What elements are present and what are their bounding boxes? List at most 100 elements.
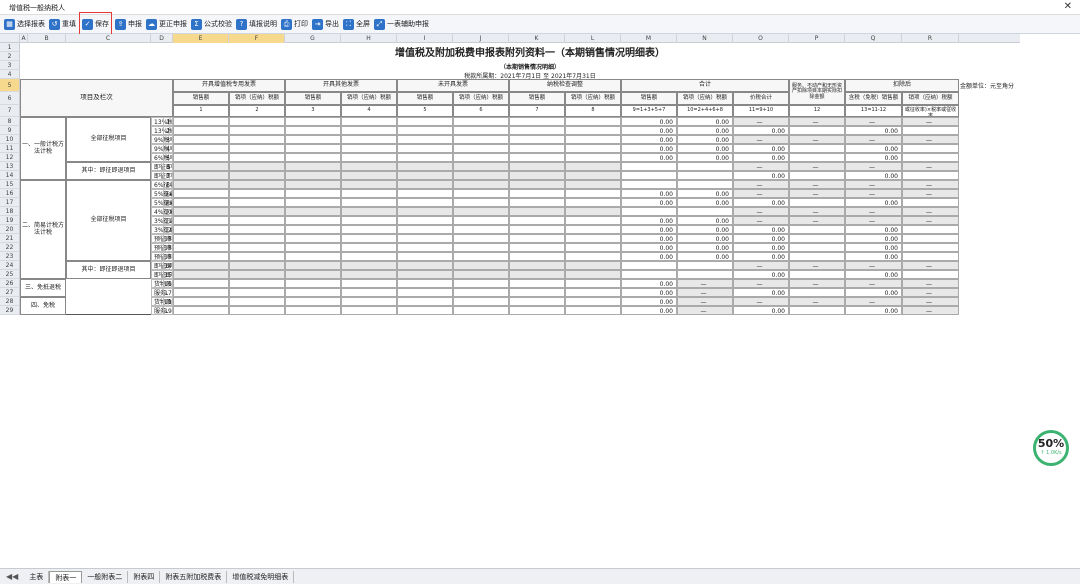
data-cell[interactable] [397,171,453,180]
data-cell[interactable] [173,279,229,288]
data-cell[interactable] [453,198,509,207]
toolbar-button-grid[interactable]: ▦ 选择报表 [4,16,45,33]
data-cell[interactable] [173,117,229,126]
data-cell[interactable] [509,144,565,153]
data-cell[interactable] [565,135,621,144]
data-cell[interactable] [341,297,397,306]
toolbar-button-printer[interactable]: ⎙ 打印 [281,16,308,33]
data-cell[interactable] [173,243,229,252]
data-cell[interactable] [397,117,453,126]
data-cell[interactable] [509,135,565,144]
data-cell[interactable] [509,234,565,243]
data-cell[interactable] [341,243,397,252]
data-cell[interactable] [341,144,397,153]
data-cell[interactable] [509,243,565,252]
column-header-O[interactable]: O [733,34,789,43]
column-header-J[interactable]: J [453,34,509,43]
data-cell[interactable] [285,153,341,162]
tab-nav-first-icon[interactable]: ◀◀ [6,572,18,581]
toolbar-button-export[interactable]: ⇥ 导出 [312,16,339,33]
data-cell[interactable] [341,189,397,198]
data-cell[interactable] [509,270,565,279]
cell-n[interactable]: 0.00 [677,216,733,225]
data-cell[interactable] [173,162,229,171]
data-cell[interactable] [173,171,229,180]
data-cell[interactable] [341,225,397,234]
data-cell[interactable] [173,180,229,189]
data-cell[interactable] [173,126,229,135]
data-cell[interactable] [341,135,397,144]
data-cell[interactable] [453,225,509,234]
cell-m[interactable]: 0.00 [621,288,677,297]
cell-o[interactable]: 0.00 [733,270,789,279]
data-cell[interactable] [285,189,341,198]
data-cell[interactable] [565,243,621,252]
data-cell[interactable] [173,216,229,225]
row-header-15[interactable]: 15 [0,180,20,189]
data-cell[interactable] [509,180,565,189]
cell-n[interactable]: 0.00 [677,117,733,126]
cell-n[interactable]: 0.00 [677,243,733,252]
column-header-A[interactable]: A [20,34,28,43]
row-header-8[interactable]: 8 [0,117,20,126]
data-cell[interactable] [565,198,621,207]
row-header-27[interactable]: 27 [0,288,20,297]
data-cell[interactable] [285,243,341,252]
data-cell[interactable] [229,153,285,162]
row-header-7[interactable]: 7 [0,105,20,117]
data-cell[interactable] [173,297,229,306]
data-cell[interactable] [285,234,341,243]
data-cell[interactable] [565,261,621,270]
data-cell[interactable] [229,225,285,234]
data-cell[interactable] [285,207,341,216]
data-cell[interactable] [397,144,453,153]
data-cell[interactable] [453,135,509,144]
data-cell[interactable] [565,144,621,153]
toolbar-button-fullscreen[interactable]: ⛶ 全屏 [343,16,370,33]
cell-m[interactable]: 0.00 [621,135,677,144]
toolbar-button-expand[interactable]: ⤢ 一表辅助申报 [374,16,429,33]
toolbar-button-check[interactable]: ✓ 保存 [79,12,112,36]
row-header-20[interactable]: 20 [0,225,20,234]
data-cell[interactable] [453,162,509,171]
data-cell[interactable] [173,225,229,234]
data-cell[interactable] [341,117,397,126]
data-cell[interactable] [173,234,229,243]
data-cell[interactable] [509,216,565,225]
cell-m[interactable]: 0.00 [621,153,677,162]
data-cell[interactable] [453,189,509,198]
data-cell[interactable] [565,162,621,171]
cell-o[interactable]: 0.00 [733,171,789,180]
cell-o[interactable]: 0.00 [733,243,789,252]
data-cell[interactable] [397,198,453,207]
tab-1[interactable]: 附表一 [49,570,83,583]
row-header-19[interactable]: 19 [0,216,20,225]
data-cell[interactable] [229,288,285,297]
cell-o[interactable]: 0.00 [733,288,789,297]
row-header-10[interactable]: 10 [0,135,20,144]
cell-n[interactable]: 0.00 [677,189,733,198]
data-cell[interactable] [453,117,509,126]
cell-n[interactable]: 0.00 [677,153,733,162]
data-cell[interactable] [341,270,397,279]
data-cell[interactable] [397,234,453,243]
data-cell[interactable] [173,288,229,297]
cell-m[interactable]: 0.00 [621,198,677,207]
data-cell[interactable] [229,117,285,126]
cell-m[interactable]: 0.00 [621,225,677,234]
cell-o[interactable]: 0.00 [733,252,789,261]
data-cell[interactable] [341,252,397,261]
cell-m[interactable]: 0.00 [621,189,677,198]
column-header-K[interactable]: K [509,34,565,43]
data-cell[interactable] [453,252,509,261]
column-header-G[interactable]: G [285,34,341,43]
cell-q[interactable]: 0.00 [845,144,902,153]
data-cell[interactable] [397,153,453,162]
data-cell[interactable] [509,288,565,297]
data-cell[interactable] [341,288,397,297]
data-cell[interactable] [285,279,341,288]
column-header-Q[interactable]: Q [845,34,902,43]
cell-o[interactable]: 0.00 [733,144,789,153]
data-cell[interactable] [341,171,397,180]
cell-q[interactable]: 0.00 [845,171,902,180]
